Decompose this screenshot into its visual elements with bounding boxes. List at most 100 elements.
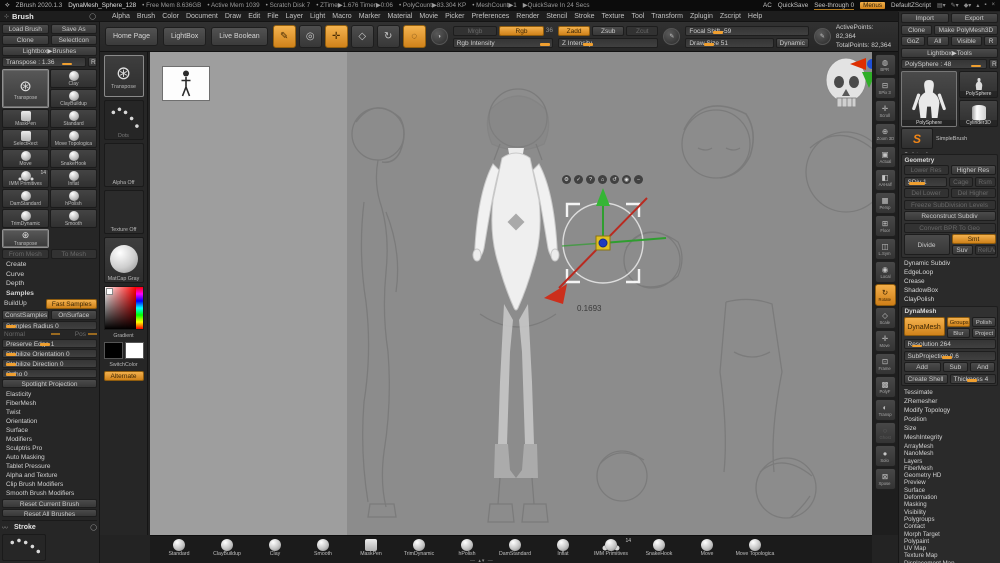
color-picker[interactable] xyxy=(103,286,144,330)
brush-subsection[interactable]: Modifiers xyxy=(2,435,97,444)
tool-bottom-section[interactable]: Layers xyxy=(901,458,998,465)
brush-tile[interactable]: Clay xyxy=(50,69,97,88)
samples-radius-slider[interactable]: Samples Radius 0 xyxy=(2,320,97,330)
right-shelf-button[interactable]: ⊕ Zoom 3D xyxy=(874,123,896,145)
geometry-subsection[interactable]: Crease xyxy=(901,277,998,286)
lightbox-brushes-button[interactable]: Lightbox▶Brushes xyxy=(2,46,97,56)
gizmo-toolbar-icon[interactable]: − xyxy=(634,175,643,184)
brush-subsection[interactable]: Surface xyxy=(2,426,97,435)
tool-subsection[interactable]: Modify Topology xyxy=(901,406,998,415)
brush-subsection[interactable]: Auto Masking xyxy=(2,453,97,462)
figure-thumbnail[interactable] xyxy=(162,66,210,101)
const-samples-button[interactable]: ConstSamples xyxy=(2,309,49,320)
right-shelf-button[interactable]: ✛ Scroll xyxy=(874,100,896,122)
lightbox-button[interactable]: LightBox xyxy=(162,27,207,46)
cage-button[interactable]: Cage xyxy=(948,176,973,187)
mode-tile[interactable]: ◇ xyxy=(350,25,374,48)
brush-subsection[interactable]: Orientation xyxy=(2,417,97,426)
focal-knob-icon[interactable]: ✎ xyxy=(663,28,681,45)
gizmo-toolbar-icon[interactable]: ↺ xyxy=(610,175,619,184)
goz-visible-button[interactable]: Visible xyxy=(950,36,983,46)
save-as-button[interactable]: Save As xyxy=(50,24,97,34)
tray-brush-tile[interactable]: TrimDynamic xyxy=(398,539,440,557)
brush-tile[interactable]: MaskPen xyxy=(2,109,49,128)
primary-color-swatch[interactable] xyxy=(103,342,123,359)
menu-item[interactable]: Tool xyxy=(631,13,644,20)
tool-subsection[interactable]: Size xyxy=(901,424,998,433)
tool-inventory-slider[interactable]: PolySphere : 48 xyxy=(901,59,987,69)
reluv-button[interactable]: RelUV xyxy=(974,245,996,255)
tray-brush-tile[interactable]: Smooth xyxy=(302,539,344,557)
alpha-selector-tile[interactable]: Alpha Off xyxy=(103,143,144,187)
right-shelf-button[interactable]: ⊞ Floor xyxy=(874,215,896,237)
tray-brush-tile[interactable]: hPolish xyxy=(446,539,488,557)
brush-tile[interactable]: 14 IMM Primitives xyxy=(2,169,49,188)
geometry-subsection[interactable]: EdgeLoop xyxy=(901,268,998,277)
default-zscript-button[interactable]: DefaultZScript xyxy=(891,2,931,9)
draw-knob-icon[interactable]: ✎ xyxy=(813,28,831,45)
buildup-label[interactable]: BuildUp xyxy=(2,300,44,307)
brush-tile[interactable]: TrimDynamic xyxy=(2,209,49,228)
menu-item[interactable]: Brush xyxy=(137,13,155,20)
menu-item[interactable]: File xyxy=(267,13,278,20)
tool-bottom-section[interactable]: Polypaint xyxy=(901,538,998,545)
home-page-button[interactable]: Home Page xyxy=(105,27,158,46)
tool-slot-cylinder[interactable]: Cylinder3D xyxy=(959,99,998,127)
menu-item[interactable]: Transform xyxy=(651,13,683,20)
brush-subsection[interactable]: FiberMesh xyxy=(2,399,97,408)
zsub-button[interactable]: Zsub xyxy=(592,25,625,36)
geometry-subsection[interactable]: Dynamic Subdiv xyxy=(901,259,998,268)
tool-bottom-section[interactable]: Preview xyxy=(901,479,998,486)
tool-bottom-section[interactable]: Contact xyxy=(901,523,998,530)
convert-bpr-button[interactable]: Convert BPR To Geo xyxy=(903,222,996,233)
clone-brush-button[interactable]: Clone xyxy=(2,35,49,45)
see-through-slider[interactable]: See-through 0 xyxy=(814,2,855,10)
tray-brush-tile[interactable]: Standard xyxy=(158,539,200,557)
right-shelf-button[interactable]: ● Solo xyxy=(874,445,896,467)
viewport[interactable]: ⚙ ✓? ⌂ ↺ ◉ − 0.1693 xyxy=(150,52,872,535)
rgb-intensity-slider[interactable]: Rgb Intensity xyxy=(452,37,554,48)
menu-item[interactable]: Document xyxy=(186,13,218,20)
brush-subsection[interactable]: Clip Brush Modifiers xyxy=(2,480,97,489)
brush-tile[interactable]: Move Topologica xyxy=(50,129,97,148)
current-brush-tile[interactable]: ⊛ Transpose xyxy=(103,55,144,97)
brush-subsection[interactable]: Alpha and Texture xyxy=(2,471,97,480)
menu-item[interactable]: Zscript xyxy=(720,13,741,20)
right-shelf-button[interactable]: ⊡ Frame xyxy=(874,353,896,375)
tray-brush-tile[interactable]: Move xyxy=(686,539,728,557)
tool-bottom-section[interactable]: FiberMesh xyxy=(901,465,998,472)
samples-section[interactable]: Samples xyxy=(2,289,97,297)
from-mesh-button[interactable]: From Mesh xyxy=(2,249,49,259)
quicksave-button[interactable]: QuickSave xyxy=(778,2,808,9)
project-button[interactable]: Project xyxy=(972,327,996,338)
tool-subsection[interactable]: Tessimate xyxy=(901,388,998,397)
right-shelf-button[interactable]: ▣ Actual xyxy=(874,146,896,168)
tray-scroll-control[interactable]: — ▴▾ — xyxy=(470,558,494,563)
del-higher-button[interactable]: Del Higher xyxy=(950,188,996,198)
smt-button[interactable]: Smt xyxy=(951,234,996,244)
make-polymesh3d-button[interactable]: Make PolyMesh3D xyxy=(933,24,998,35)
on-surface-button[interactable]: OnSurface xyxy=(50,309,97,320)
gizmo-toolbar-icon[interactable]: ⌂ xyxy=(598,175,607,184)
menu-item[interactable]: Light xyxy=(310,13,325,20)
brush-tile[interactable]: SnakeHook xyxy=(50,149,97,168)
right-shelf-button[interactable]: ◧ AAHalf xyxy=(874,169,896,191)
tool-bottom-section[interactable]: Polygroups xyxy=(901,516,998,523)
right-shelf-button[interactable]: ○ Ghost xyxy=(874,422,896,444)
right-shelf-button[interactable]: ↻ Rotate xyxy=(874,284,896,306)
brush-subsection[interactable]: Smooth Brush Modifiers xyxy=(2,489,97,498)
gizmo-toolbar-icon[interactable]: ⚙ xyxy=(562,175,571,184)
tool-bottom-section[interactable]: Geometry HD xyxy=(901,472,998,479)
window-icon[interactable]: ✎▾ xyxy=(951,2,959,9)
brush-tile[interactable]: Move xyxy=(2,149,49,168)
right-shelf-button[interactable]: ⊟ SPix 3 xyxy=(874,77,896,99)
stabilize-orientation-slider[interactable]: Stabilize Orientation 0 xyxy=(2,348,97,358)
menu-item[interactable]: Zplugin xyxy=(690,13,713,20)
brush-subsection[interactable]: Sculptris Pro xyxy=(2,444,97,453)
menu-item[interactable]: Layer xyxy=(286,13,304,20)
brush-subsection[interactable]: Twist xyxy=(2,408,97,417)
reconstruct-subdiv-button[interactable]: Reconstruct Subdiv xyxy=(903,211,996,221)
to-mesh-button[interactable]: To Mesh xyxy=(50,249,97,259)
tray-brush-tile[interactable]: Move Topologica xyxy=(734,539,776,557)
tool-bottom-section[interactable]: Deformation xyxy=(901,494,998,501)
